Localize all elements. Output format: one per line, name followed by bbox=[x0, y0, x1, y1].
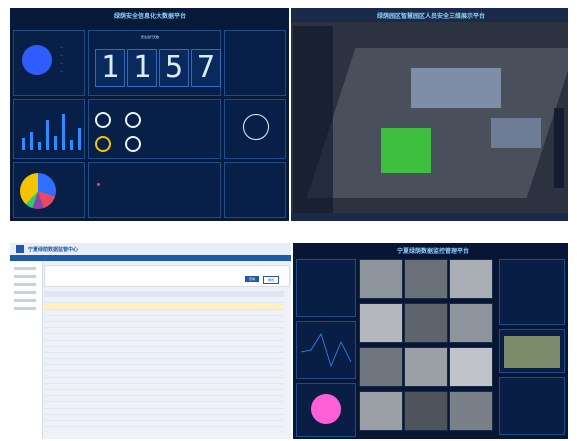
counter-title: 安全运行天数 bbox=[141, 35, 160, 39]
counter-digit: 1 bbox=[95, 49, 125, 87]
camera-feed[interactable] bbox=[359, 391, 403, 431]
target-box bbox=[224, 99, 286, 159]
preview-image[interactable] bbox=[504, 336, 560, 368]
camera-feed[interactable] bbox=[404, 259, 448, 299]
donut-chart bbox=[311, 394, 341, 424]
camera-feed[interactable] bbox=[449, 347, 493, 387]
list-box bbox=[88, 162, 221, 218]
record-table bbox=[44, 291, 284, 428]
camera-feed[interactable] bbox=[449, 259, 493, 299]
admin-sidebar[interactable] bbox=[10, 261, 43, 439]
reset-button[interactable]: 重置 bbox=[263, 276, 279, 284]
tool-strip[interactable] bbox=[554, 108, 564, 188]
admin-header: 宁夏绿荫数据监管中心 bbox=[10, 243, 291, 255]
bar bbox=[46, 120, 49, 150]
stats-box bbox=[296, 259, 356, 317]
camera-feed[interactable] bbox=[359, 259, 403, 299]
gauge-ring bbox=[95, 112, 111, 128]
video-monitor-panel: 宁夏绿荫数据监控管理平台 bbox=[293, 243, 568, 439]
bar bbox=[70, 140, 73, 150]
monitor-title: 宁夏绿荫数据监控管理平台 bbox=[396, 248, 469, 255]
gauge-ring bbox=[125, 112, 141, 128]
camera-feed[interactable] bbox=[359, 347, 403, 387]
status-pie-chart bbox=[22, 45, 52, 75]
camera-grid bbox=[359, 259, 493, 435]
camera-feed[interactable] bbox=[404, 391, 448, 431]
pagination[interactable] bbox=[44, 411, 288, 417]
pie-box bbox=[13, 162, 85, 218]
camera-feed[interactable] bbox=[404, 347, 448, 387]
preview-box bbox=[499, 329, 565, 373]
notice-box bbox=[224, 162, 286, 218]
camera-feed[interactable] bbox=[404, 303, 448, 343]
park-title: 绿荫园区智慧园区人员安全三维展示平台 bbox=[376, 13, 485, 20]
building-block bbox=[411, 68, 501, 108]
counter-digit: 1 bbox=[127, 49, 157, 87]
bar bbox=[78, 128, 81, 150]
line-chart-box bbox=[296, 321, 356, 379]
gauge-ring bbox=[125, 136, 141, 152]
category-pie-chart bbox=[20, 173, 56, 209]
chart-line bbox=[300, 333, 352, 368]
counter-digit: 7 bbox=[191, 49, 221, 87]
search-form: 查询 重置 bbox=[44, 265, 290, 287]
line-chart bbox=[300, 333, 352, 368]
counter-box: 安全运行天数 1 1 5 7 bbox=[88, 30, 221, 96]
rings-box bbox=[88, 99, 221, 159]
dashboard-title: 绿荫安全信息化大数据平台 bbox=[113, 13, 186, 20]
bar bbox=[22, 138, 25, 150]
bar-chart-box bbox=[13, 99, 85, 159]
alert-dot bbox=[97, 183, 100, 186]
camera-feed[interactable] bbox=[449, 391, 493, 431]
admin-nav[interactable] bbox=[10, 255, 291, 261]
sports-field bbox=[381, 128, 431, 173]
bar bbox=[38, 142, 41, 150]
admin-title: 宁夏绿荫数据监管中心 bbox=[28, 247, 79, 253]
device-box bbox=[499, 259, 565, 325]
bar bbox=[62, 114, 65, 150]
counter-digit: 5 bbox=[159, 49, 189, 87]
bar-chart bbox=[20, 110, 82, 150]
event-list-box bbox=[499, 377, 565, 435]
bar bbox=[54, 136, 57, 150]
data-admin-panel: 宁夏绿荫数据监管中心 查询 重置 bbox=[10, 243, 291, 439]
target-ring bbox=[243, 114, 269, 140]
donut-box bbox=[296, 383, 356, 437]
park-sidebar bbox=[293, 26, 333, 216]
camera-feed[interactable] bbox=[449, 303, 493, 343]
status-box: — — — — bbox=[13, 30, 85, 96]
park-footer bbox=[291, 213, 568, 221]
logo-icon bbox=[16, 245, 24, 253]
bar bbox=[30, 132, 33, 150]
gauge-ring bbox=[95, 136, 111, 152]
camera-feed[interactable] bbox=[359, 303, 403, 343]
search-button[interactable]: 查询 bbox=[245, 276, 259, 282]
table-row[interactable] bbox=[44, 421, 284, 428]
dashboard-panel: 绿荫安全信息化大数据平台 — — — — 安全运行天数 1 1 5 7 bbox=[10, 8, 289, 221]
building-block bbox=[491, 118, 541, 148]
info-box bbox=[224, 30, 286, 96]
park-3d-panel: 绿荫园区智慧园区人员安全三维展示平台 bbox=[291, 8, 568, 221]
